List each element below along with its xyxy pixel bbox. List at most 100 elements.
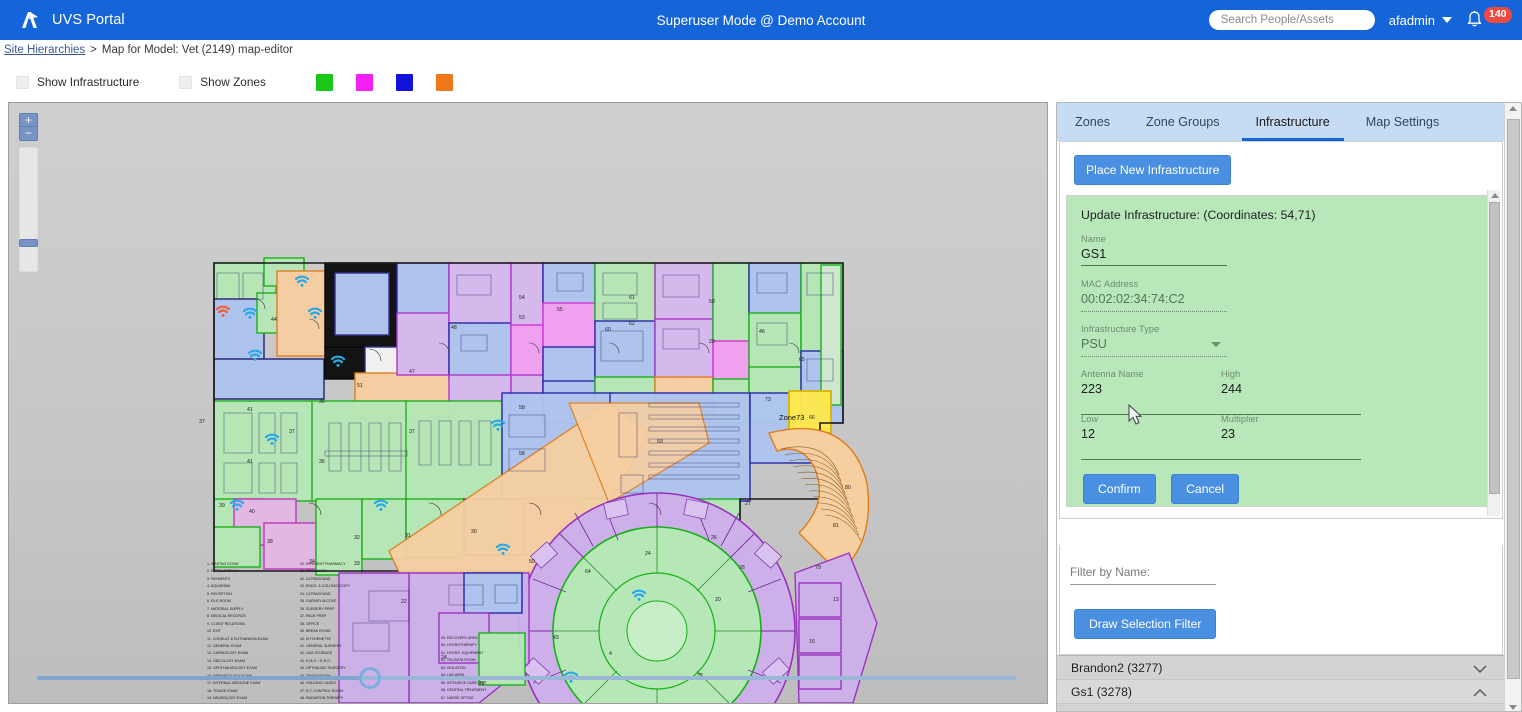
- cancel-button[interactable]: Cancel: [1171, 474, 1239, 504]
- svg-text:36: 36: [319, 399, 325, 405]
- breadcrumb-link-site-hierarchies[interactable]: Site Hierarchies: [4, 44, 85, 56]
- confirm-button[interactable]: Confirm: [1083, 474, 1156, 504]
- list-item-brandon2[interactable]: Brandon2 (3277): [1057, 656, 1505, 680]
- horizontal-slider-handle[interactable]: [359, 667, 381, 689]
- notifications-button[interactable]: 140: [1466, 5, 1510, 35]
- chevron-down-icon[interactable]: [1473, 663, 1487, 677]
- legend-swatch-green: [316, 74, 333, 91]
- show-infrastructure-checkbox[interactable]: [16, 76, 29, 89]
- legend-entry: 4. AQUARIUM: [207, 583, 268, 590]
- field-low-value[interactable]: 12: [1081, 427, 1221, 441]
- svg-text:46: 46: [759, 329, 765, 335]
- list-item-gs1[interactable]: Gs1 (3278): [1057, 680, 1505, 704]
- svg-text:41: 41: [247, 407, 253, 413]
- brand-logo-group[interactable]: UVS Portal: [16, 7, 125, 33]
- svg-text:39: 39: [219, 503, 225, 509]
- legend-swatch-magenta: [356, 74, 373, 91]
- scroll-up-arrow-icon[interactable]: [1491, 193, 1499, 198]
- draw-selection-filter-button[interactable]: Draw Selection Filter: [1074, 609, 1216, 639]
- tab-zones[interactable]: Zones: [1057, 103, 1128, 141]
- field-high[interactable]: High 244: [1221, 369, 1361, 396]
- svg-text:60: 60: [605, 327, 611, 333]
- legend-entry: 39. BREAK ROOM: [300, 628, 350, 635]
- svg-text:41: 41: [247, 459, 253, 465]
- map-canvas-panel[interactable]: 4446 5147 4854 5355 6061 6250 2946 3741 …: [8, 102, 1048, 704]
- chevron-down-icon: [1211, 342, 1221, 347]
- field-infrastructure-type-label: Infrastructure Type: [1081, 324, 1227, 334]
- legend-entry: 12. GENERAL EXAM: [207, 643, 268, 650]
- breadcrumb-separator: >: [90, 44, 97, 56]
- search-input[interactable]: [1209, 10, 1375, 30]
- filter-by-name-underline: [1070, 584, 1216, 585]
- field-antenna-name-label: Antenna Name: [1081, 369, 1221, 379]
- field-name[interactable]: Name GS1: [1081, 234, 1227, 266]
- form-card-scrollbar-thumb[interactable]: [1489, 202, 1500, 494]
- show-zones-checkbox[interactable]: [179, 76, 192, 89]
- svg-text:16: 16: [809, 639, 815, 645]
- legend-entry: 6. FILE ROOM: [207, 598, 268, 605]
- svg-text:81: 81: [833, 523, 839, 529]
- right-panel-scrollbar-thumb[interactable]: [1507, 119, 1520, 679]
- user-menu[interactable]: afadmin: [1389, 13, 1452, 28]
- tab-map-settings[interactable]: Map Settings: [1348, 103, 1458, 141]
- map-horizontal-slider[interactable]: [37, 667, 1017, 689]
- field-high-value[interactable]: 244: [1221, 382, 1361, 396]
- field-infrastructure-type-underline: [1081, 356, 1227, 357]
- svg-text:33: 33: [354, 561, 360, 567]
- infrastructure-card: Place New Infrastructure Update Infrastr…: [1059, 141, 1503, 519]
- legend-entry: 49. OBSERVATION CAGES: [300, 703, 350, 704]
- legend-entry: 35. GURNEY ALCOVE: [300, 598, 350, 605]
- show-infrastructure-checkbox-group[interactable]: Show Infrastructure: [16, 75, 139, 89]
- list-item-label: Gs1 (3278): [1071, 685, 1132, 699]
- tab-infrastructure[interactable]: Infrastructure: [1238, 103, 1348, 141]
- brand-title: UVS Portal: [52, 12, 125, 28]
- field-multiplier-value[interactable]: 23: [1221, 427, 1361, 441]
- svg-text:20: 20: [715, 597, 721, 603]
- svg-text:31: 31: [405, 533, 411, 539]
- show-zones-checkbox-group[interactable]: Show Zones: [179, 75, 266, 89]
- svg-text:43: 43: [553, 635, 559, 641]
- field-antenna-name-value[interactable]: 223: [1081, 382, 1221, 396]
- field-high-label: High: [1221, 369, 1361, 379]
- svg-text:47: 47: [409, 369, 415, 375]
- field-mac-address-underline: [1081, 311, 1227, 312]
- svg-text:66: 66: [809, 415, 815, 421]
- right-panel-scrollbar[interactable]: [1504, 103, 1521, 712]
- legend-swatch-orange: [436, 74, 453, 91]
- legend-entry: 60. HYDROTHERAPY: [441, 642, 486, 649]
- tab-zone-groups[interactable]: Zone Groups: [1128, 103, 1238, 141]
- zoom-out-button[interactable]: −: [19, 127, 38, 141]
- zoom-in-button[interactable]: +: [19, 113, 38, 127]
- scroll-up-arrow-icon[interactable]: [1509, 106, 1517, 111]
- right-side-panel: Zones Zone Groups Infrastructure Map Set…: [1056, 102, 1522, 712]
- tab-bar-spacer: [1457, 103, 1505, 141]
- svg-text:55: 55: [557, 307, 563, 313]
- form-card-scrollbar[interactable]: [1487, 190, 1500, 516]
- chevron-up-icon[interactable]: [1473, 687, 1487, 701]
- floorplan-drawing: 4446 5147 4854 5355 6061 6250 2946 3741 …: [9, 103, 1047, 703]
- legend-entry: 48. RADIATION THERAPY: [300, 695, 350, 702]
- svg-text:29: 29: [709, 339, 715, 345]
- field-antenna-name[interactable]: Antenna Name 223: [1081, 369, 1221, 396]
- field-low[interactable]: Low 12: [1081, 414, 1221, 441]
- field-multiplier[interactable]: Multiplier 23: [1221, 414, 1361, 441]
- legend-entry: 20. SURGERY & ORTHOP. EXAM: [207, 703, 268, 704]
- zoom-slider-handle[interactable]: [19, 239, 38, 247]
- map-zoom-control[interactable]: + −: [19, 113, 41, 272]
- legend-swatch-blue: [396, 74, 413, 91]
- field-name-value[interactable]: GS1: [1081, 247, 1227, 261]
- legend-entry: 37. PACK PREP: [300, 613, 350, 620]
- legend-entry: 38. OFFICE: [300, 621, 350, 628]
- legend-entry: 40. KITCHENETTE: [300, 636, 350, 643]
- show-zones-label: Show Zones: [200, 75, 266, 89]
- zoom-slider-track[interactable]: [19, 147, 38, 272]
- svg-text:54: 54: [519, 295, 525, 301]
- a-star-logo-icon: [16, 7, 42, 33]
- scroll-down-arrow-icon[interactable]: [1509, 705, 1517, 710]
- field-mac-address: MAC Address 00:02:02:34:74:C2: [1081, 279, 1227, 312]
- filter-by-name-input[interactable]: Filter by Name:: [1070, 565, 1216, 585]
- legend-entry: 7. MATERIAL SUPPLY: [207, 606, 268, 613]
- list-item-gs1-mac-detail: MAC Address: 00:02:02:34:74:C2: [1057, 704, 1505, 712]
- place-new-infrastructure-button[interactable]: Place New Infrastructure: [1074, 155, 1231, 185]
- svg-text:59: 59: [657, 439, 663, 445]
